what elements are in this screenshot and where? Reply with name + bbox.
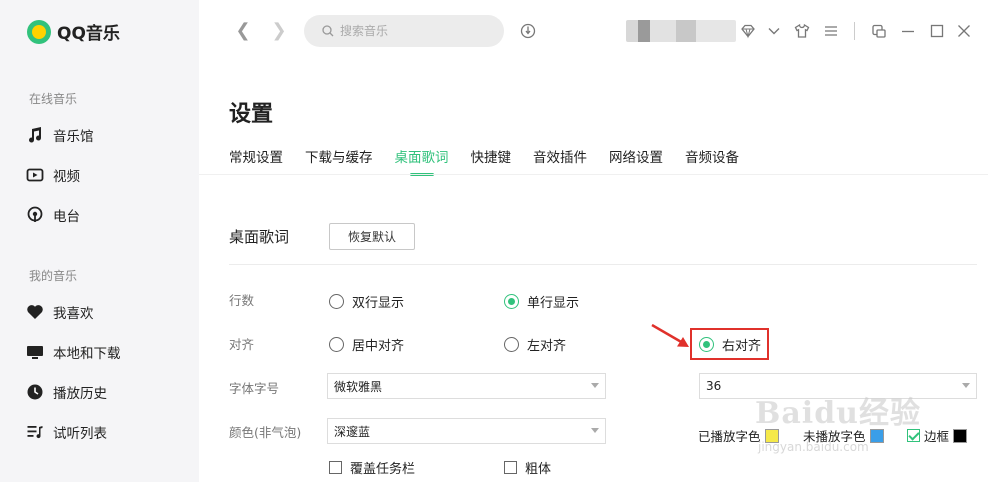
- radio-label: 双行显示: [352, 296, 405, 311]
- recognize-icon[interactable]: [518, 20, 538, 42]
- color-scheme-select[interactable]: 深邃蓝: [327, 418, 606, 444]
- sidebar-item-radio[interactable]: 电台: [26, 205, 80, 225]
- played-color-label: 已播放字色: [698, 429, 761, 444]
- tab-sound-plugins[interactable]: 音效插件: [533, 146, 587, 176]
- radio-single-line[interactable]: 单行显示: [504, 292, 579, 311]
- sidebar-item-label: 本地和下载: [53, 346, 121, 362]
- mini-mode-icon[interactable]: [869, 20, 889, 42]
- sidebar-item-label: 视频: [53, 169, 80, 185]
- sidebar-group-online: 在线音乐: [29, 92, 78, 106]
- sidebar: QQ音乐 在线音乐 音乐馆 视频 电台 我的音乐 我喜欢 本地和下载 播放历史 …: [0, 0, 199, 482]
- clock-icon: [27, 384, 43, 400]
- radio-label: 居中对齐: [352, 339, 405, 354]
- font-label: 字体字号: [229, 381, 280, 396]
- radio-align-left[interactable]: 左对齐: [504, 335, 566, 354]
- toolbar-divider: [854, 22, 855, 40]
- search-input[interactable]: [340, 24, 490, 38]
- avatar[interactable]: [626, 20, 736, 42]
- checkbox-cover-taskbar[interactable]: 覆盖任务栏: [329, 458, 415, 477]
- radio-align-center[interactable]: 居中对齐: [329, 335, 404, 354]
- radio-indicator: [329, 294, 344, 309]
- skin-shirt-icon[interactable]: [792, 20, 812, 42]
- chevron-down-icon: [591, 428, 599, 433]
- baidu-watermark: Baidu经验: [755, 382, 955, 432]
- watermark-text: Baidu经验: [755, 396, 921, 431]
- playlist-icon: [27, 426, 43, 439]
- tab-download-cache[interactable]: 下载与缓存: [305, 146, 373, 176]
- page-title: 设置: [229, 102, 274, 127]
- top-bar: ❮ ❯: [199, 0, 988, 68]
- radio-label: 单行显示: [527, 296, 580, 311]
- sidebar-item-history[interactable]: 播放历史: [26, 382, 107, 402]
- checkbox-label: 粗体: [525, 462, 552, 477]
- select-value: 微软雅黑: [334, 379, 383, 394]
- close-icon[interactable]: [954, 20, 974, 42]
- sidebar-item-label: 播放历史: [53, 386, 107, 402]
- sidebar-item-label: 我喜欢: [53, 306, 94, 322]
- restore-default-button[interactable]: 恢复默认: [329, 223, 415, 250]
- settings-tabs: 常规设置 下载与缓存 桌面歌词 快捷键 音效插件 网络设置 音频设备: [229, 146, 739, 176]
- radio-label: 左对齐: [527, 339, 567, 354]
- tab-shortcuts[interactable]: 快捷键: [471, 146, 512, 176]
- radio-indicator: [329, 337, 344, 352]
- section-title: 桌面歌词: [229, 228, 290, 246]
- radio-indicator: [504, 337, 519, 352]
- sidebar-item-favorites[interactable]: 我喜欢: [26, 302, 94, 322]
- heart-icon: [27, 305, 43, 319]
- minimize-icon[interactable]: [898, 20, 918, 42]
- menu-icon[interactable]: [821, 20, 841, 42]
- color-label: 颜色(非气泡): [229, 425, 302, 440]
- music-note-icon: [29, 127, 42, 143]
- checkbox-indicator: [329, 461, 342, 474]
- checkbox-indicator: [504, 461, 517, 474]
- back-arrow-icon[interactable]: ❮: [233, 20, 253, 42]
- select-value: 36: [706, 379, 722, 393]
- maximize-icon[interactable]: [927, 20, 947, 42]
- vip-diamond-icon[interactable]: [738, 20, 758, 42]
- search-box[interactable]: [304, 15, 504, 47]
- lines-label: 行数: [229, 293, 255, 308]
- annotation-arrow-icon: [651, 324, 689, 347]
- tab-audio-device[interactable]: 音频设备: [685, 146, 739, 176]
- sidebar-item-label: 试听列表: [53, 426, 107, 442]
- chevron-down-icon[interactable]: [764, 20, 784, 42]
- tabs-divider: [199, 174, 988, 175]
- checkbox-label: 覆盖任务栏: [350, 462, 416, 477]
- sidebar-item-label: 电台: [53, 209, 80, 225]
- radio-icon: [27, 206, 43, 222]
- tab-desktop-lyrics[interactable]: 桌面歌词: [395, 146, 449, 176]
- tab-network[interactable]: 网络设置: [609, 146, 663, 176]
- sidebar-group-mine: 我的音乐: [29, 269, 78, 283]
- annotation-highlight-box: [690, 328, 769, 360]
- select-value: 深邃蓝: [334, 424, 371, 439]
- sidebar-item-trial-list[interactable]: 试听列表: [26, 422, 107, 442]
- radio-double-line[interactable]: 双行显示: [329, 292, 404, 311]
- sidebar-item-music-hall[interactable]: 音乐馆: [26, 125, 94, 145]
- watermark-sub: jingyan.baidu.com: [758, 440, 869, 454]
- font-family-select[interactable]: 微软雅黑: [327, 373, 606, 399]
- radio-indicator: [504, 294, 519, 309]
- qq-music-logo-icon: [27, 19, 51, 44]
- app-name: QQ音乐: [57, 24, 120, 44]
- align-label: 对齐: [229, 337, 255, 352]
- checkbox-bold[interactable]: 粗体: [504, 458, 551, 477]
- section-divider: [229, 264, 977, 265]
- sidebar-item-label: 音乐馆: [53, 129, 94, 145]
- forward-arrow-icon[interactable]: ❯: [269, 20, 289, 42]
- chevron-down-icon: [962, 383, 970, 388]
- monitor-icon: [27, 346, 43, 359]
- search-icon: [322, 25, 334, 37]
- tab-general[interactable]: 常规设置: [229, 146, 283, 176]
- app-logo[interactable]: QQ音乐: [27, 19, 120, 44]
- video-icon: [26, 168, 44, 182]
- chevron-down-icon: [591, 383, 599, 388]
- border-color-swatch[interactable]: [953, 428, 968, 443]
- sidebar-item-video[interactable]: 视频: [26, 165, 80, 185]
- sidebar-item-local-download[interactable]: 本地和下载: [26, 342, 121, 362]
